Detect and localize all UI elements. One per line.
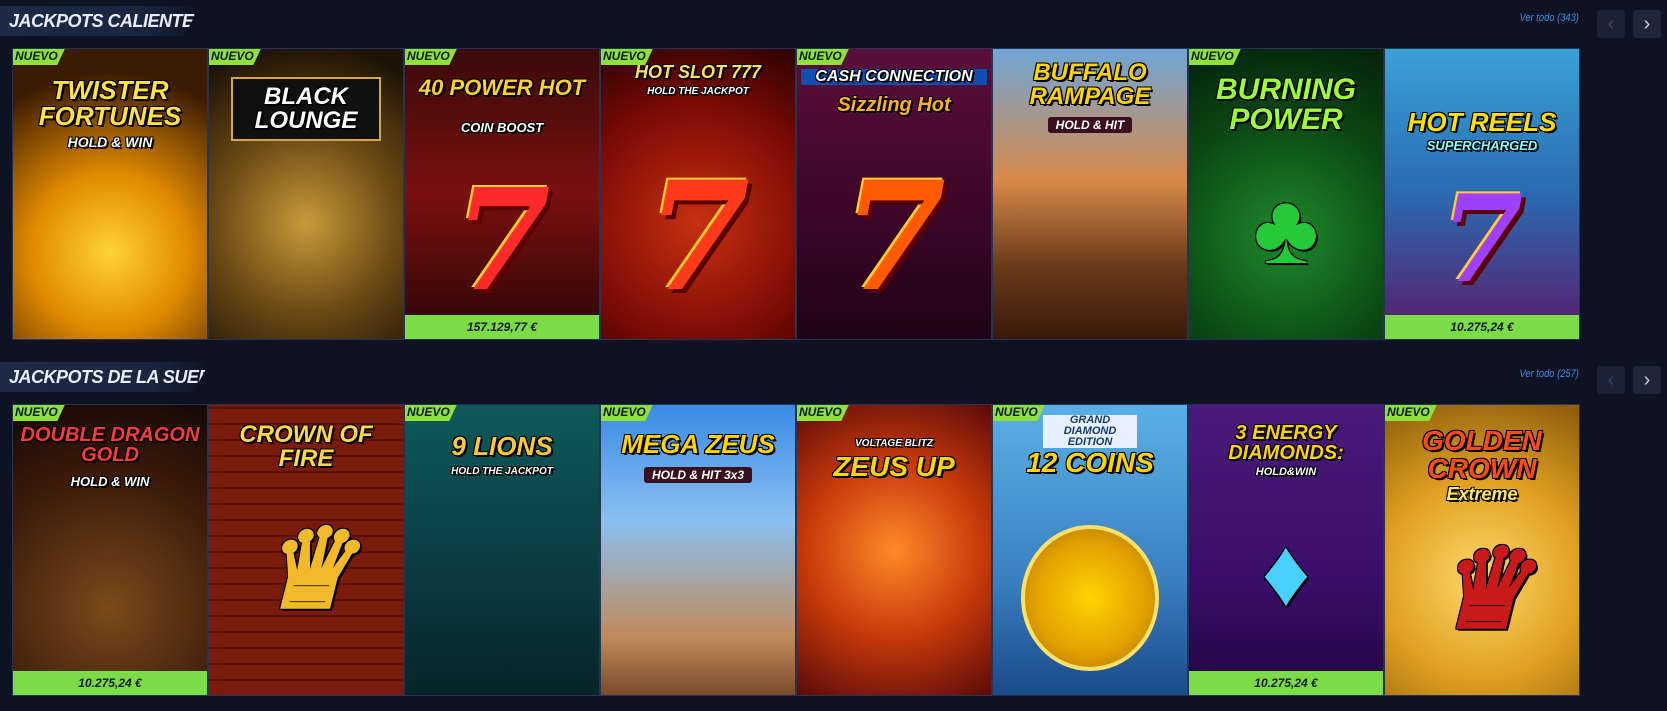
game-subtitle: HOLD THE JACKPOT	[451, 466, 553, 477]
crown-icon: ♛	[1432, 528, 1532, 651]
game-title: 12 COINS	[1026, 447, 1154, 478]
game-tile[interactable]: NUEVO HOT SLOT 777 HOLD THE JACKPOT 7	[600, 48, 796, 340]
section-jackpots-calientes: JACKPOTS CALIENTES Ver todo (343) ‹ › NU…	[0, 0, 1667, 340]
game-subtitle: HOLD&WIN	[1255, 466, 1317, 478]
crown-icon: ♛	[256, 508, 356, 631]
game-subtitle: COIN BOOST	[460, 120, 544, 135]
game-subtitle: SUPERCHARGED	[1426, 138, 1538, 153]
seven-symbol: 7	[645, 149, 751, 325]
section-header: JACKPOTS CALIENTES Ver todo (343) ‹ ›	[0, 0, 1667, 44]
game-title: 9 LIONS	[451, 431, 553, 461]
new-badge: NUEVO	[797, 49, 850, 65]
seven-symbol: 7	[841, 149, 947, 325]
new-badge: NUEVO	[13, 405, 66, 421]
section-header: JACKPOTS DE LA SUERTE Ver todo (257) ‹ ›	[0, 356, 1667, 400]
carousel-next-button[interactable]: ›	[1633, 366, 1661, 394]
game-tile[interactable]: NUEVO DOUBLE DRAGON GOLD HOLD & WIN 10.2…	[12, 404, 208, 696]
game-title: ZEUS UP	[833, 451, 955, 482]
game-tile[interactable]: HOT REELS SUPERCHARGED 7 10.275,24 €	[1384, 48, 1580, 340]
seven-symbol: 7	[1440, 169, 1524, 310]
game-tile[interactable]: BUFFALO RAMPAGE HOLD & HIT	[992, 48, 1188, 340]
new-badge: NUEVO	[797, 405, 850, 421]
view-all-link[interactable]: Ver todo (343)	[1520, 12, 1579, 24]
game-title: GOLDEN CROWN	[1422, 425, 1542, 484]
game-tile[interactable]: 3 ENERGY DIAMONDS: HOLD&WIN ♦ 10.275,24 …	[1188, 404, 1384, 696]
game-subtitle: HOLD & HIT	[1047, 117, 1133, 133]
new-badge: NUEVO	[1189, 49, 1242, 65]
carousel-prev-button[interactable]: ‹	[1597, 10, 1625, 38]
game-tile[interactable]: NUEVO CASH CONNECTION Sizzling Hot 7	[796, 48, 992, 340]
game-title: 3 ENERGY DIAMONDS:	[1228, 422, 1344, 464]
game-subtitle: HOLD THE JACKPOT	[647, 86, 749, 97]
new-badge: NUEVO	[993, 405, 1046, 421]
diamond-icon: ♦	[1261, 519, 1311, 626]
game-title: HOT REELS	[1407, 107, 1557, 137]
game-subtitle: HOLD & WIN	[70, 474, 150, 489]
game-tile[interactable]: NUEVO GOLDEN CROWN Extreme ♛	[1384, 404, 1580, 696]
game-title: BLACK LOUNGE	[231, 77, 381, 141]
carousel-next-button[interactable]: ›	[1633, 10, 1661, 38]
view-all-link[interactable]: Ver todo (257)	[1520, 368, 1579, 380]
carousel-prev-button[interactable]: ‹	[1597, 366, 1625, 394]
game-title: MEGA ZEUS	[621, 429, 775, 459]
game-title: 40 POWER HOT	[418, 75, 586, 100]
new-badge: NUEVO	[601, 405, 654, 421]
game-tile[interactable]: NUEVO 40 POWER HOT COIN BOOST 7 157.129,…	[404, 48, 600, 340]
game-tile[interactable]: NUEVO BLACK LOUNGE	[208, 48, 404, 340]
section-jackpots-de-la-suerte: JACKPOTS DE LA SUERTE Ver todo (257) ‹ ›…	[0, 356, 1667, 696]
jackpot-amount: 10.275,24 €	[13, 671, 207, 695]
game-title: BURNING POWER	[1216, 73, 1356, 136]
chevron-right-icon: ›	[1643, 12, 1651, 35]
clover-icon: ♣	[1253, 173, 1319, 285]
game-tile[interactable]: NUEVO VOLTAGE BLITZ ZEUS UP	[796, 404, 992, 696]
game-subtitle: Extreme	[1446, 484, 1518, 504]
game-title: BUFFALO RAMPAGE	[1029, 59, 1151, 110]
game-tile[interactable]: CROWN OF FIRE ♛	[208, 404, 404, 696]
new-badge: NUEVO	[601, 49, 654, 65]
game-tile[interactable]: NUEVO BURNING POWER ♣	[1188, 48, 1384, 340]
game-title: CASH CONNECTION	[801, 69, 987, 85]
chevron-left-icon: ‹	[1607, 368, 1615, 391]
new-badge: NUEVO	[405, 405, 458, 421]
game-subtitle: HOLD & WIN	[67, 134, 153, 150]
coin-icon	[1021, 525, 1159, 671]
new-badge: NUEVO	[405, 49, 458, 65]
jackpot-amount: 10.275,24 €	[1385, 315, 1579, 339]
game-tile[interactable]: NUEVO TWISTER FORTUNES HOLD & WIN	[12, 48, 208, 340]
game-subtitle: GRAND DIAMOND EDITION	[1043, 415, 1137, 448]
new-badge: NUEVO	[209, 49, 262, 65]
chevron-right-icon: ›	[1643, 368, 1651, 391]
game-title: CROWN OF FIRE	[239, 421, 373, 472]
game-title: DOUBLE DRAGON GOLD	[20, 424, 200, 466]
new-badge: NUEVO	[13, 49, 66, 65]
seven-symbol: 7	[453, 159, 551, 323]
game-subtitle: Sizzling Hot	[837, 94, 951, 116]
new-badge: NUEVO	[1385, 405, 1438, 421]
game-tile[interactable]: NUEVO MEGA ZEUS HOLD & HIT 3x3	[600, 404, 796, 696]
game-title: HOT SLOT 777	[634, 62, 762, 82]
game-title: TWISTER FORTUNES	[38, 75, 182, 131]
game-tile[interactable]: NUEVO 9 LIONS HOLD THE JACKPOT	[404, 404, 600, 696]
section-title: JACKPOTS DE LA SUERTE	[0, 362, 210, 392]
jackpot-amount: 10.275,24 €	[1189, 671, 1383, 695]
game-tile[interactable]: NUEVO GRAND DIAMOND EDITION 12 COINS	[992, 404, 1188, 696]
chevron-left-icon: ‹	[1607, 12, 1615, 35]
section-title: JACKPOTS CALIENTES	[0, 6, 200, 36]
jackpot-amount: 157.129,77 €	[405, 315, 599, 339]
game-subtitle: VOLTAGE BLITZ	[855, 438, 933, 449]
game-subtitle: HOLD & HIT 3x3	[643, 467, 752, 483]
